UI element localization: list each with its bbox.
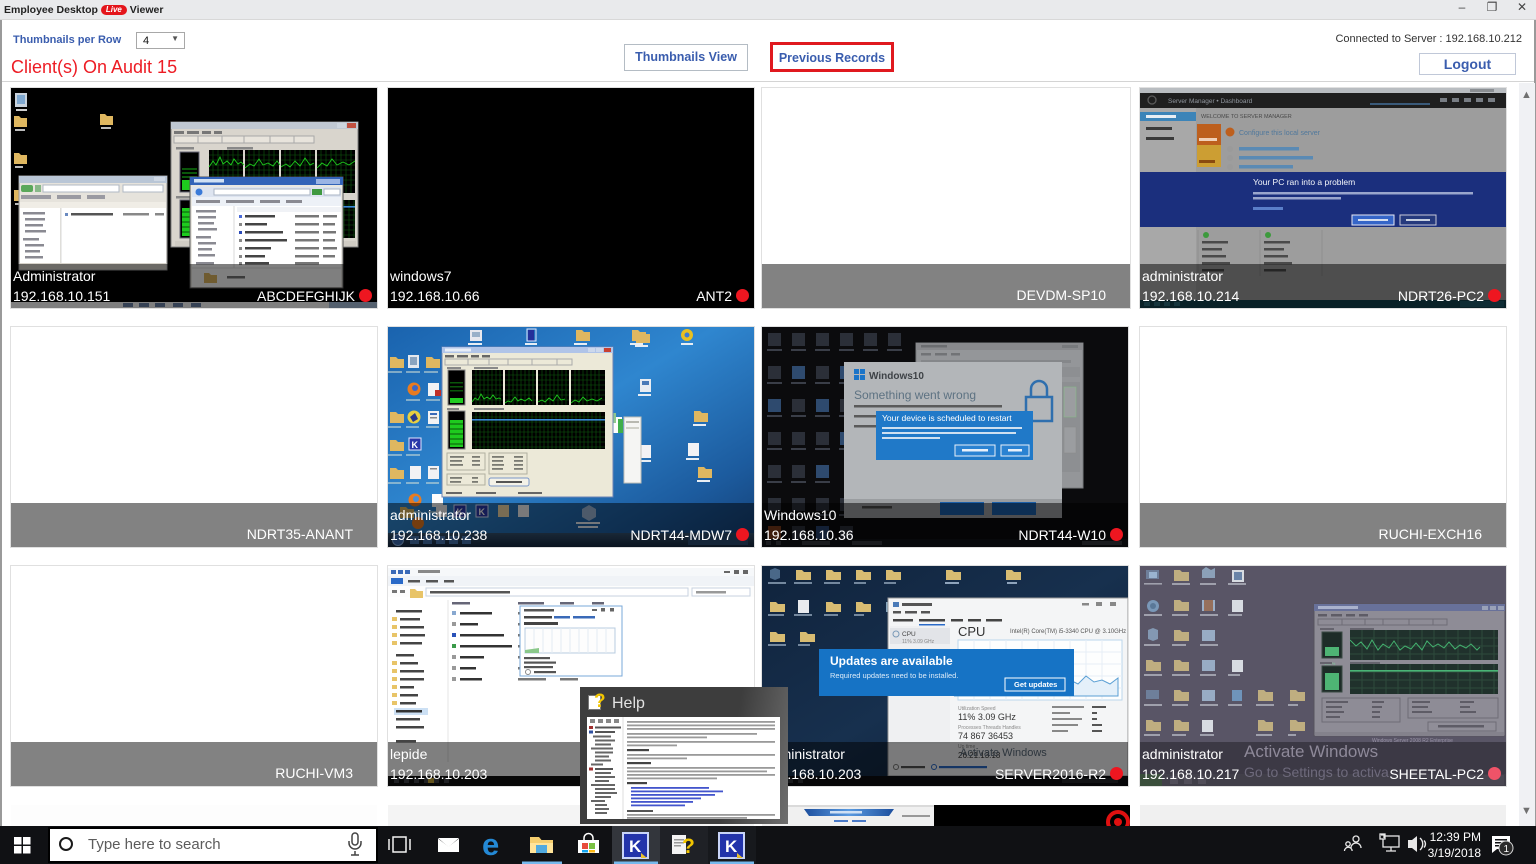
svg-text:CPU: CPU xyxy=(902,631,916,638)
svg-text:K: K xyxy=(629,837,642,856)
svg-text:Required updates need to be in: Required updates need to be installed. xyxy=(830,671,958,680)
svg-text:WELCOME TO SERVER MANAGER: WELCOME TO SERVER MANAGER xyxy=(1201,114,1292,120)
svg-text:K: K xyxy=(725,837,738,856)
svg-text:Updates are available: Updates are available xyxy=(830,654,953,668)
svg-text:Intel(R) Core(TM) i5-3340 CPU: Intel(R) Core(TM) i5-3340 CPU @ 3.10GHz xyxy=(1010,629,1126,635)
svg-text:Your PC ran into a problem: Your PC ran into a problem xyxy=(1253,177,1355,187)
svg-text:Your device is scheduled to re: Your device is scheduled to restart xyxy=(882,413,1012,423)
svg-text:K: K xyxy=(412,440,419,450)
svg-text:Something went wrong: Something went wrong xyxy=(854,388,976,402)
svg-text:Server Manager • Dashboard: Server Manager • Dashboard xyxy=(1168,98,1253,105)
svg-text:11% 3.09 GHz: 11% 3.09 GHz xyxy=(902,639,935,645)
svg-text:11% 3.09 GHz: 11% 3.09 GHz xyxy=(958,712,1016,722)
svg-text:1: 1 xyxy=(1504,844,1510,855)
svg-text:Windows10: Windows10 xyxy=(869,371,924,382)
svg-text:74 867 36453: 74 867 36453 xyxy=(958,731,1013,741)
svg-text:CPU: CPU xyxy=(958,624,985,639)
svg-text:Get updates: Get updates xyxy=(1014,680,1057,689)
svg-text:e: e xyxy=(482,827,499,862)
svg-text:Configure this local server: Configure this local server xyxy=(1239,130,1321,137)
svg-text:?: ? xyxy=(682,835,695,858)
